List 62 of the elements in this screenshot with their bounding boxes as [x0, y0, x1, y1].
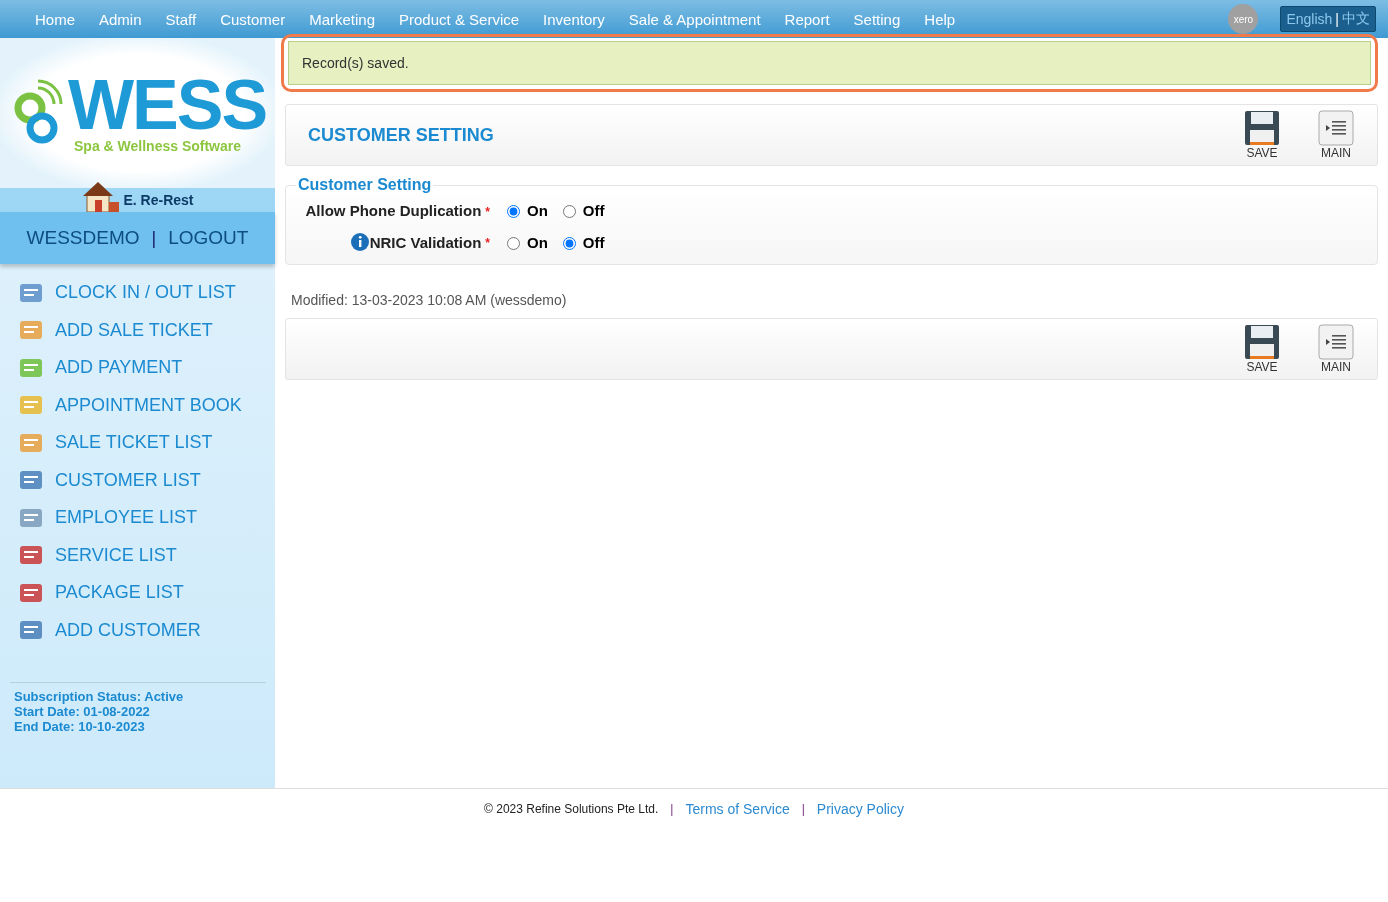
username-link[interactable]: WESSDEMO: [26, 227, 140, 249]
separator: |: [801, 802, 805, 816]
radio-label: On: [527, 233, 548, 251]
logout-link[interactable]: LOGOUT: [168, 227, 249, 249]
xero-badge[interactable]: xero: [1228, 4, 1259, 34]
required-mark: *: [485, 236, 490, 250]
required-mark: *: [485, 205, 490, 219]
main-button[interactable]: MAIN: [1313, 110, 1359, 160]
section-title: Customer Setting: [297, 176, 433, 194]
success-alert: Record(s) saved.: [288, 41, 1371, 85]
nav-link[interactable]: Setting: [841, 10, 913, 28]
subscription-info: Start Date: 01-08-2022: [14, 704, 151, 719]
nav-link[interactable]: Marketing: [297, 10, 388, 28]
separator: |: [670, 802, 674, 816]
radio-label: Off: [582, 233, 605, 251]
nav-link[interactable]: Inventory: [531, 10, 617, 28]
page-title: CUSTOMER SETTING: [308, 124, 494, 146]
language-link[interactable]: 中文: [1342, 10, 1370, 28]
radio-button[interactable]: [562, 205, 576, 218]
branch-name: E. Re-Rest: [123, 192, 194, 208]
footer-link[interactable]: Privacy Policy: [816, 801, 904, 817]
copyright-text: © 2023 Refine Solutions Pte Ltd.: [484, 802, 659, 816]
radio-button[interactable]: [507, 205, 520, 218]
separator: |: [151, 227, 157, 249]
nav-link[interactable]: Sale & Appointment: [616, 10, 773, 28]
nav-link[interactable]: Admin: [87, 10, 154, 28]
subscription-info: Subscription Status: Active: [14, 689, 185, 704]
nav-link[interactable]: Customer: [208, 10, 298, 28]
radio-button[interactable]: [562, 237, 576, 250]
save-button[interactable]: SAVE: [1239, 324, 1285, 374]
sidebar-menu-item[interactable]: CLOCK IN / OUT LIST: [18, 280, 236, 305]
save-button[interactable]: SAVE: [1239, 110, 1285, 160]
sidebar-menu-item[interactable]: PACKAGE LIST: [18, 580, 184, 605]
radio-label: Off: [582, 201, 605, 219]
sidebar-menu-item[interactable]: SALE TICKET LIST: [18, 430, 213, 455]
field-label: NRIC Validation: [369, 233, 482, 251]
nav-link[interactable]: Home: [23, 10, 87, 28]
modified-info: Modified: 13-03-2023 10:08 AM (wessdemo): [291, 292, 568, 308]
list-icon: [1318, 110, 1354, 146]
sidebar-menu-item[interactable]: EMPLOYEE LIST: [18, 505, 198, 530]
list-icon: [1318, 324, 1354, 360]
subscription-info: End Date: 10-10-2023: [14, 719, 146, 734]
nav-link[interactable]: Help: [912, 10, 968, 28]
radio-label: On: [527, 201, 548, 219]
info-icon[interactable]: [349, 232, 370, 252]
radio-button[interactable]: [507, 237, 520, 250]
sidebar-menu-item[interactable]: ADD CUSTOMER: [18, 618, 201, 643]
nav-link[interactable]: Staff: [153, 10, 209, 28]
sidebar-menu-item[interactable]: APPOINTMENT BOOK: [18, 393, 242, 418]
logo-tagline: Spa & Wellness Software: [74, 138, 242, 154]
sidebar-menu-item[interactable]: SERVICE LIST: [18, 543, 177, 568]
nav-link[interactable]: Product & Service: [387, 10, 532, 28]
main-button[interactable]: MAIN: [1313, 324, 1359, 374]
separator: |: [1335, 11, 1339, 27]
field-label: Allow Phone Duplication: [305, 201, 482, 219]
nav-link[interactable]: Report: [772, 10, 842, 28]
sidebar-menu-item[interactable]: ADD SALE TICKET: [18, 318, 213, 343]
sidebar-menu-item[interactable]: CUSTOMER LIST: [18, 468, 201, 493]
sidebar-menu-item[interactable]: ADD PAYMENT: [18, 355, 183, 380]
language-link[interactable]: English: [1286, 11, 1333, 27]
logo-title: WESS: [68, 72, 267, 138]
footer-link[interactable]: Terms of Service: [685, 801, 790, 817]
